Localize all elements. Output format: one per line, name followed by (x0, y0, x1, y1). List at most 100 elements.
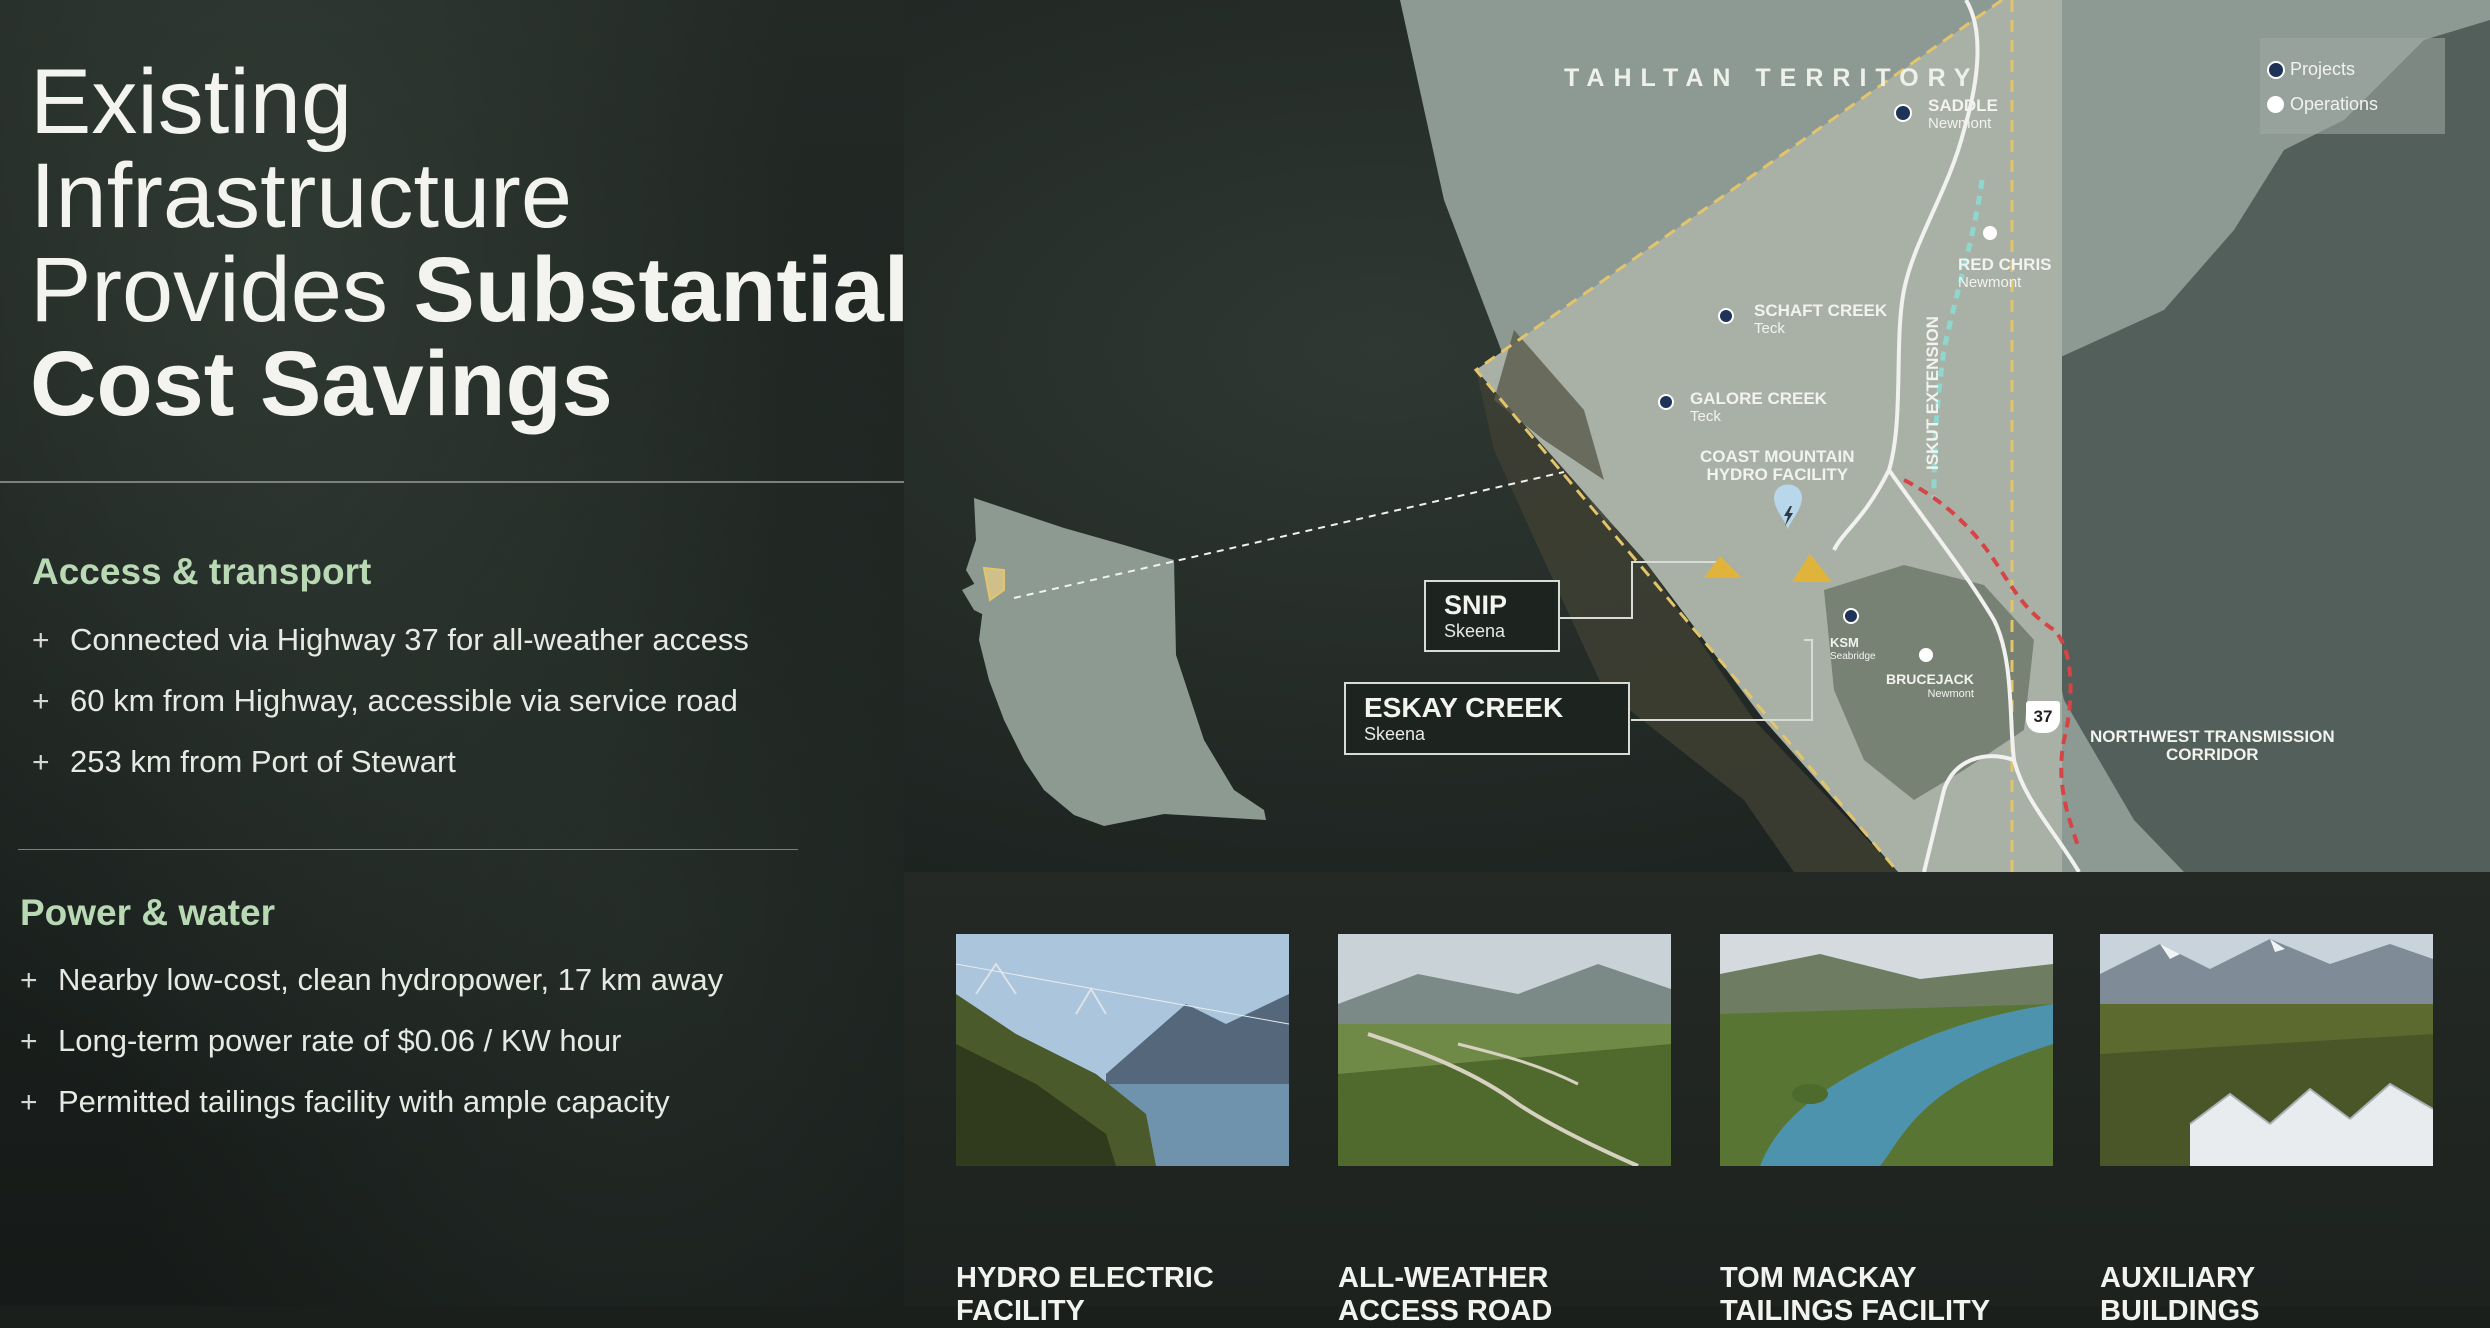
photo-label-buildings: AUXILIARY BUILDINGS (2100, 1262, 2260, 1328)
operations-dot-icon (2267, 96, 2284, 113)
label-line-2: TAILINGS FACILITY (1720, 1295, 1991, 1327)
legend-projects-label: Projects (2290, 59, 2356, 79)
power-bullet-text: Permitted tailings facility with ample c… (58, 1084, 670, 1119)
left-panel: Existing Infrastructure Provides Substan… (0, 0, 909, 1306)
road-photo-graphic (1338, 934, 1671, 1166)
plus-icon: + (20, 1025, 38, 1058)
access-road-photo (1338, 934, 1671, 1166)
corridor-line-1: NORTHWEST TRANSMISSION (2090, 727, 2335, 746)
red-chris-dot (1983, 226, 1997, 240)
site-owner: Teck (1690, 408, 1721, 425)
site-owner: Newmont (1958, 274, 2022, 291)
eskay-creek-label-box: ESKAY CREEK Skeena (1344, 682, 1630, 755)
snip-label-box: SNIP Skeena (1424, 580, 1560, 652)
projects-dot-icon (2267, 61, 2285, 79)
photo-card-buildings: AUXILIARY BUILDINGS (2100, 934, 2433, 1327)
label-line-2: ACCESS ROAD (1338, 1295, 1553, 1327)
power-bullet-2: + Long-term power rate of $0.06 / KW hour (20, 1023, 621, 1059)
access-bullet-3: +253 km from Port of Stewart (32, 744, 456, 780)
site-owner: Newmont (1928, 115, 1992, 132)
region-map: TAHLTAN TERRITORY Projects Operations SA… (904, 0, 2490, 872)
access-bullet-text: Connected via Highway 37 for all-weather… (70, 622, 749, 657)
plus-icon: + (20, 1086, 38, 1119)
plus-icon: + (32, 685, 50, 718)
site-saddle: SADDLE Newmont (1928, 97, 1998, 133)
site-owner: Seabridge (1830, 651, 1876, 662)
site-name: GALORE CREEK (1690, 389, 1827, 408)
label-line-1: ALL-WEATHER (1338, 1262, 1549, 1294)
title-line-4: Cost Savings (30, 337, 890, 431)
plus-icon: + (32, 746, 50, 779)
title-line-4-bold: Cost Savings (30, 333, 613, 435)
site-name: KSM (1830, 635, 1859, 650)
saddle-dot (1894, 104, 1912, 122)
photo-label-road: ALL-WEATHER ACCESS ROAD (1338, 1262, 1552, 1328)
section-divider (18, 849, 798, 850)
access-bullet-1: + Connected via Highway 37 for all-weathe… (32, 622, 749, 658)
snip-owner: Skeena (1444, 621, 1506, 641)
site-galore-creek: GALORE CREEK Teck (1690, 390, 1827, 426)
photo-card-hydro: HYDRO ELECTRIC FACILITY (956, 934, 1289, 1327)
site-schaft-creek: SCHAFT CREEK Teck (1754, 302, 1887, 338)
label-line-2: BUILDINGS (2100, 1295, 2260, 1327)
power-bullet-1: + Nearby low-cost, clean hydropower, 17 k… (20, 962, 723, 998)
legend-operations-label: Operations (2290, 94, 2379, 114)
title-divider (0, 481, 904, 483)
snip-name: SNIP (1444, 590, 1508, 620)
title-line-3-bold: Substantial (413, 239, 910, 341)
galore-creek-dot (1658, 394, 1674, 410)
transmission-corridor-label: NORTHWEST TRANSMISSION CORRIDOR (2090, 728, 2335, 764)
legend-projects: Projects (2267, 59, 2356, 80)
title-line-2: Infrastructure (30, 145, 572, 247)
site-owner: Teck (1754, 320, 1785, 337)
corridor-line-2: CORRIDOR (2166, 745, 2259, 764)
iskut-extension-label: ISKUT EXTENSION (1923, 316, 1942, 470)
label-line-1: TOM MACKAY (1720, 1262, 1917, 1294)
highway-37-shield-icon: 37 (2026, 701, 2060, 733)
access-bullet-2: +60 km from Highway, accessible via serv… (32, 683, 738, 719)
title-line-3-light: Provides (30, 239, 414, 341)
photo-label-tailings: TOM MACKAY TAILINGS FACILITY (1720, 1262, 1990, 1328)
site-owner: Newmont (1927, 688, 1974, 700)
power-heading: Power & water (20, 892, 275, 933)
site-ksm: KSM Seabridge (1830, 636, 1876, 664)
label-line-1: HYDRO ELECTRIC (956, 1262, 1214, 1294)
map-legend: Projects Operations (2260, 38, 2445, 134)
tahltan-territory-label: TAHLTAN TERRITORY (1564, 64, 1980, 92)
access-heading: Access & transport (32, 551, 372, 592)
hydro-facility-label: COAST MOUNTAIN HYDRO FACILITY (1700, 448, 1855, 484)
title-line-1: Existing (30, 51, 353, 153)
legend-operations: Operations (2267, 94, 2379, 115)
access-bullet-text: 253 km from Port of Stewart (70, 744, 456, 779)
photo-label-hydro: HYDRO ELECTRIC FACILITY (956, 1262, 1214, 1328)
site-name: SCHAFT CREEK (1754, 301, 1888, 320)
hydro-electric-photo (956, 934, 1289, 1166)
hydro-line-1: COAST MOUNTAIN (1700, 447, 1855, 466)
schaft-creek-dot (1718, 308, 1734, 324)
power-bullet-3: + Permitted tailings facility with ample … (20, 1084, 670, 1120)
buildings-photo-graphic (2100, 934, 2433, 1166)
label-line-1: AUXILIARY (2100, 1262, 2256, 1294)
photo-card-tailings: TOM MACKAY TAILINGS FACILITY (1720, 934, 2053, 1327)
eskay-owner: Skeena (1364, 724, 1426, 744)
photo-card-road: ALL-WEATHER ACCESS ROAD (1338, 934, 1671, 1327)
title-line-3: Provides Substantial (30, 243, 909, 337)
ksm-dot (1843, 608, 1859, 624)
buildings-photo (2100, 934, 2433, 1166)
site-red-chris: RED CHRIS Newmont (1958, 256, 2052, 292)
power-bullet-text: Nearby low-cost, clean hydropower, 17 km… (58, 962, 724, 997)
eskay-name: ESKAY CREEK (1364, 692, 1564, 723)
plus-icon: + (20, 964, 38, 997)
site-brucejack: BRUCEJACK Newmont (1886, 672, 1974, 702)
site-name: RED CHRIS (1958, 255, 2052, 274)
tailings-lake-photo (1720, 934, 2053, 1166)
page-title: Existing Infrastructure Provides Substan… (30, 51, 909, 431)
site-name: SADDLE (1928, 96, 1998, 115)
label-line-2: FACILITY (956, 1295, 1085, 1327)
power-bullet-text: Long-term power rate of $0.06 / KW hour (58, 1023, 622, 1058)
hydro-line-2: HYDRO FACILITY (1706, 465, 1849, 484)
hydro-photo-graphic (956, 934, 1289, 1166)
plus-icon: + (32, 624, 50, 657)
access-bullet-text: 60 km from Highway, accessible via servi… (70, 683, 738, 718)
tailings-photo-graphic (1720, 934, 2053, 1166)
